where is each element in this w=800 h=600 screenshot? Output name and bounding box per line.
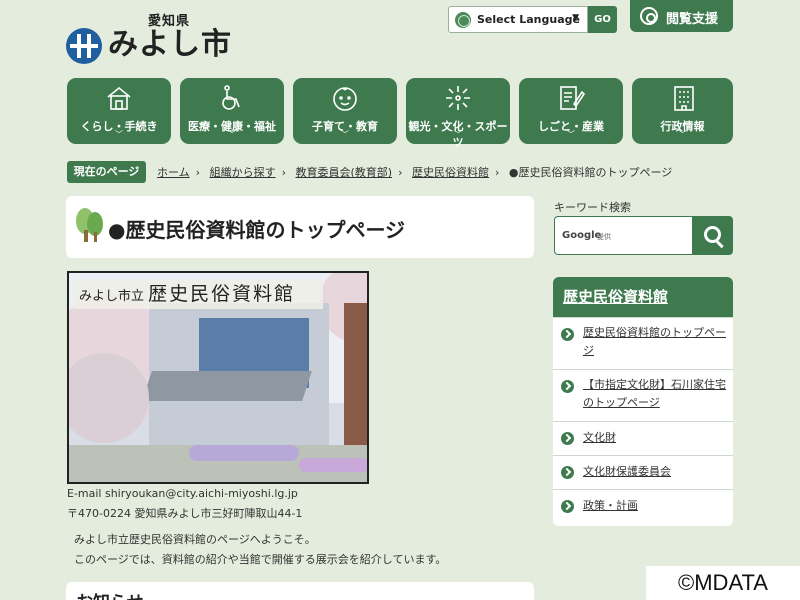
intro-text: このページでは、資料館の紹介や当館で開催する展示会を紹介しています。: [74, 553, 447, 566]
section-menu-item-label[interactable]: 政策・計画: [583, 497, 728, 515]
breadcrumb-link-home[interactable]: ホーム: [157, 166, 190, 179]
section-menu-item[interactable]: 文化財保護委員会: [553, 455, 733, 489]
fireworks-icon: [446, 86, 470, 110]
language-select[interactable]: Select Language ▼: [448, 6, 588, 33]
section-menu-item[interactable]: 歴史民俗資料館のトップページ: [553, 317, 733, 369]
breadcrumb-link-education-board[interactable]: 教育委員会(教育部): [295, 166, 392, 179]
photo-banner-small: みよし市立: [79, 289, 145, 304]
breadcrumb-separator: ›: [195, 166, 201, 179]
chevron-down-icon: ﹀: [341, 130, 349, 139]
breadcrumb-link-organization[interactable]: 組織から探す: [210, 166, 276, 179]
nav-work-industry[interactable]: しごと・産業 ﹀: [519, 78, 623, 144]
section-menu-item[interactable]: 文化財: [553, 421, 733, 455]
section-menu-item[interactable]: 【市指定文化財】石川家住宅のトップページ: [553, 369, 733, 421]
language-go-button[interactable]: GO: [588, 6, 617, 33]
museum-email: E-mail shiryoukan@city.aichi-miyoshi.lg.…: [67, 487, 298, 500]
breadcrumb-separator: ›: [494, 166, 500, 179]
dropdown-arrow-icon: ▼: [572, 13, 579, 23]
search-input[interactable]: Google 提供: [554, 216, 693, 255]
news-section: お知らせ: [66, 582, 534, 600]
nav-tourism-culture-sports[interactable]: 観光・文化・スポーツ ﹀: [406, 78, 510, 149]
breadcrumb-separator: ›: [281, 166, 286, 179]
google-provided-label: 提供: [597, 233, 611, 241]
museum-address: 〒470-0224 愛知県みよし市三好町陣取山44-1: [67, 507, 303, 520]
chevron-down-icon: ﹀: [115, 130, 123, 139]
language-select-label: Select Language: [477, 13, 580, 26]
section-menu-item[interactable]: 政策・計画: [553, 489, 733, 526]
nav-living-procedures[interactable]: くらし・手続き ﹀: [67, 78, 171, 144]
breadcrumb-current-page-tag: 現在のページ: [67, 161, 146, 183]
section-menu-item-label[interactable]: 歴史民俗資料館のトップページ: [583, 324, 728, 360]
breadcrumb: ホーム › 組織から探す › 教育委員会(教育部) › 歴史民俗資料館 › ●歴史民俗資…: [157, 164, 672, 180]
keyword-search-label: キーワード検索: [554, 201, 631, 214]
section-menu-title-link[interactable]: 歴史民俗資料館: [563, 288, 668, 306]
chevron-down-icon: ﹀: [567, 130, 575, 139]
section-menu-title[interactable]: 歴史民俗資料館: [553, 277, 733, 317]
section-menu: 歴史民俗資料館 歴史民俗資料館のトップページ 【市指定文化財】石川家住宅のトップ…: [553, 277, 733, 526]
page-title: ●歴史民俗資料館のトップページ: [108, 218, 406, 242]
google-brand: Google: [562, 230, 602, 241]
section-menu-item-label[interactable]: 文化財保護委員会: [583, 463, 728, 481]
nav-medical-health-welfare[interactable]: 医療・健康・福祉 ﹀: [180, 78, 284, 144]
section-menu-item-label[interactable]: 【市指定文化財】石川家住宅のトップページ: [583, 376, 728, 412]
arrow-circle-icon: [561, 500, 574, 513]
breadcrumb-separator: ›: [398, 166, 403, 179]
baby-face-icon: [333, 87, 357, 111]
building-icon: [674, 86, 694, 111]
breadcrumb-current: ●歴史民俗資料館のトップページ: [508, 166, 673, 179]
accessibility-assist-label: 閲覧支援: [666, 12, 719, 27]
search-button[interactable]: [692, 216, 733, 255]
tree-icon: [76, 208, 104, 242]
arrow-circle-icon: [561, 432, 574, 445]
gear-icon: [640, 7, 658, 25]
photo-banner-big: 歴史民俗資料館: [148, 283, 296, 305]
wheelchair-icon: [222, 85, 240, 110]
photo-banner: みよし市立 歴史民俗資料館: [73, 279, 323, 309]
city-name: みよし市: [108, 27, 232, 62]
city-logo[interactable]: 愛知県 みよし市: [66, 10, 236, 64]
section-menu-item-label[interactable]: 文化財: [583, 429, 728, 447]
arrow-circle-icon: [561, 466, 574, 479]
house-icon: [107, 86, 131, 110]
museum-photo: みよし市立 歴史民俗資料館: [67, 271, 369, 484]
chevron-down-icon: ﹀: [678, 130, 687, 139]
chevron-down-icon: ﹀: [228, 130, 236, 139]
breadcrumb-link-museum[interactable]: 歴史民俗資料館: [412, 166, 489, 179]
copyright-watermark: ©MDATA: [646, 566, 800, 600]
arrow-circle-icon: [561, 380, 574, 393]
chevron-down-icon: ﹀: [454, 130, 462, 139]
page-title-card: ●歴史民俗資料館のトップページ: [66, 196, 534, 258]
accessibility-assist-button[interactable]: 閲覧支援: [630, 0, 733, 32]
arrow-circle-icon: [561, 328, 574, 341]
globe-icon: [455, 12, 471, 28]
news-heading: お知らせ: [76, 588, 144, 600]
city-emblem-icon: [66, 28, 102, 64]
welcome-text: みよし市立歴史民俗資料館のページへようこそ。: [74, 533, 316, 546]
nav-childcare-education[interactable]: 子育て・教育 ﹀: [293, 78, 397, 144]
nav-administration-info[interactable]: 行政情報 ﹀: [632, 78, 733, 144]
pen-paper-icon: [560, 86, 585, 110]
